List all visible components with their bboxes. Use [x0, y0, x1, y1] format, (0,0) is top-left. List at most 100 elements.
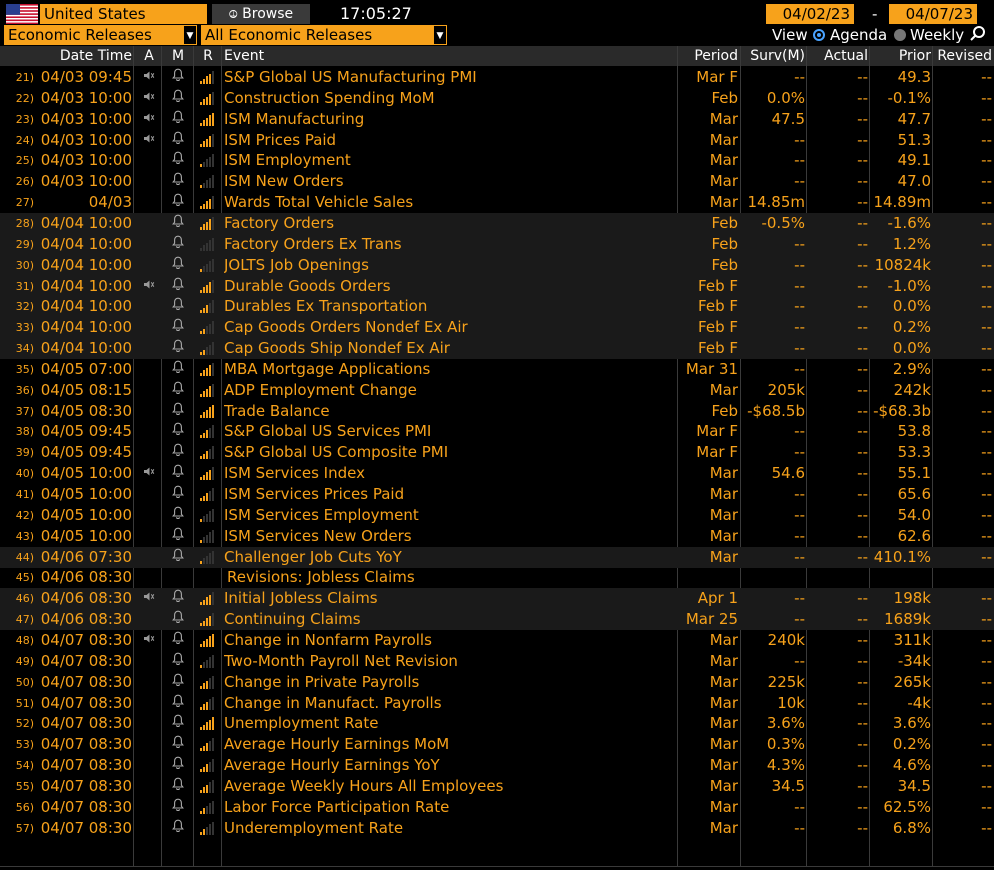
alert-cell[interactable]: [140, 317, 158, 338]
row-event[interactable]: Factory Orders: [224, 213, 676, 234]
monitor-cell[interactable]: [168, 630, 188, 651]
col-survey[interactable]: Surv(M): [742, 46, 805, 66]
bell-icon[interactable]: [172, 172, 184, 189]
bell-icon[interactable]: [172, 694, 184, 711]
monitor-cell[interactable]: [168, 588, 188, 609]
alert-cell[interactable]: [140, 672, 158, 693]
agenda-label[interactable]: Agenda: [830, 25, 887, 45]
alert-cell[interactable]: [140, 255, 158, 276]
bell-icon[interactable]: [172, 235, 184, 252]
row-event[interactable]: Durable Goods Orders: [224, 276, 676, 297]
speaker-icon[interactable]: [143, 113, 155, 126]
alert-cell[interactable]: [140, 713, 158, 734]
bell-icon[interactable]: [172, 798, 184, 815]
monitor-cell[interactable]: [168, 734, 188, 755]
speaker-icon[interactable]: [143, 592, 155, 605]
table-row[interactable]: 53) 04/07 08:30 Average Hourly Earnings Mo…: [0, 734, 994, 755]
country-field[interactable]: United States: [40, 4, 207, 24]
row-event[interactable]: ISM Manufacturing: [224, 109, 676, 130]
table-row[interactable]: 55) 04/07 08:30 Average Weekly Hours All E…: [0, 776, 994, 797]
bell-icon[interactable]: [172, 714, 184, 731]
row-event[interactable]: JOLTS Job Openings: [224, 255, 676, 276]
table-row[interactable]: 44) 04/06 07:30 Challenger Job Cuts YoY Mar…: [0, 546, 994, 568]
browse-button[interactable]: ⦹ Browse: [212, 4, 310, 24]
row-event[interactable]: Initial Jobless Claims: [224, 588, 676, 609]
table-row[interactable]: 56) 04/07 08:30 Labor Force Participation …: [0, 797, 994, 818]
weekly-label[interactable]: Weekly: [910, 25, 964, 45]
row-event[interactable]: Change in Private Payrolls: [224, 672, 676, 693]
bell-icon[interactable]: [172, 381, 184, 398]
alert-cell[interactable]: [140, 234, 158, 255]
monitor-cell[interactable]: [168, 505, 188, 526]
table-row[interactable]: 25) 04/03 10:00 ISM Employment Mar -- -- 49.1 -…: [0, 150, 994, 171]
monitor-cell[interactable]: [168, 442, 188, 463]
us-flag-icon[interactable]: [6, 4, 38, 24]
bell-icon[interactable]: [172, 589, 184, 606]
row-event[interactable]: MBA Mortgage Applications: [224, 359, 676, 380]
row-event[interactable]: S&P Global US Composite PMI: [224, 442, 676, 463]
table-row[interactable]: 35) 04/05 07:00 MBA Mortgage Applications M…: [0, 359, 994, 380]
bell-icon[interactable]: [172, 339, 184, 356]
alert-cell[interactable]: [140, 609, 158, 630]
monitor-cell[interactable]: [168, 421, 188, 442]
bell-icon[interactable]: [172, 360, 184, 377]
row-event[interactable]: Challenger Job Cuts YoY: [224, 547, 676, 568]
row-event[interactable]: Labor Force Participation Rate: [224, 797, 676, 818]
row-event[interactable]: ISM Services New Orders: [224, 526, 676, 547]
speaker-icon[interactable]: [143, 467, 155, 480]
bell-icon[interactable]: [172, 423, 184, 439]
bell-icon[interactable]: [172, 777, 184, 794]
table-row[interactable]: 45) 04/06 08:30 Revisions: Jobless Claims: [0, 567, 994, 588]
bell-icon[interactable]: [172, 318, 184, 335]
table-row[interactable]: 23) 04/03 10:00 ISM Manufacturing Mar 47.5 --…: [0, 109, 994, 130]
bell-icon[interactable]: [172, 152, 184, 168]
bell-icon[interactable]: [172, 673, 184, 690]
alert-cell[interactable]: [140, 192, 158, 213]
monitor-cell[interactable]: [168, 609, 188, 630]
monitor-cell[interactable]: [168, 713, 188, 734]
monitor-cell[interactable]: [168, 67, 188, 88]
monitor-cell[interactable]: [168, 776, 188, 797]
monitor-cell[interactable]: [168, 359, 188, 380]
table-row[interactable]: 50) 04/07 08:30 Change in Private Payrolls…: [0, 672, 994, 693]
row-event[interactable]: Underemployment Rate: [224, 818, 676, 839]
table-row[interactable]: 27) 04/03 Wards Total Vehicle Sales Mar 14.8…: [0, 192, 994, 213]
alert-cell[interactable]: [140, 818, 158, 839]
table-row[interactable]: 41) 04/05 10:00 ISM Services Prices Paid Ma…: [0, 484, 994, 505]
bell-icon[interactable]: [172, 89, 184, 106]
speaker-icon[interactable]: [143, 92, 155, 105]
alert-cell[interactable]: [140, 630, 158, 651]
row-event[interactable]: Two-Month Payroll Net Revision: [224, 651, 676, 672]
row-event[interactable]: Change in Manufact. Payrolls: [224, 693, 676, 714]
monitor-cell[interactable]: [168, 526, 188, 547]
monitor-cell[interactable]: [168, 693, 188, 714]
alert-cell[interactable]: [140, 150, 158, 171]
row-event[interactable]: Unemployment Rate: [224, 713, 676, 734]
alert-cell[interactable]: [140, 421, 158, 442]
monitor-cell[interactable]: [168, 276, 188, 297]
col-datetime[interactable]: Date Time: [34, 46, 132, 66]
bell-icon[interactable]: [172, 756, 184, 773]
row-event[interactable]: ISM Services Employment: [224, 505, 676, 526]
table-row[interactable]: 28) 04/04 10:00 Factory Orders Feb -0.5% -- -1…: [0, 212, 994, 234]
monitor-cell[interactable]: [168, 317, 188, 338]
bell-icon[interactable]: [172, 527, 184, 544]
alert-cell[interactable]: [140, 130, 158, 151]
table-row[interactable]: 57) 04/07 08:30 Underemployment Rate Mar -- -…: [0, 818, 994, 839]
alert-cell[interactable]: [140, 171, 158, 192]
table-row[interactable]: 22) 04/03 10:00 Construction Spending MoM F…: [0, 88, 994, 109]
alert-cell[interactable]: [140, 88, 158, 109]
table-row[interactable]: 47) 04/06 08:30 Continuing Claims Mar 25 -- -…: [0, 609, 994, 631]
row-event[interactable]: ADP Employment Change: [224, 380, 676, 401]
alert-cell[interactable]: [140, 567, 158, 588]
bell-icon[interactable]: [172, 193, 184, 210]
speaker-icon[interactable]: [143, 71, 155, 84]
speaker-icon[interactable]: [143, 134, 155, 147]
alert-cell[interactable]: [140, 734, 158, 755]
table-row[interactable]: 42) 04/05 10:00 ISM Services Employment Mar…: [0, 505, 994, 526]
bell-icon[interactable]: [172, 506, 184, 523]
bell-icon[interactable]: [172, 214, 184, 231]
table-row[interactable]: 34) 04/04 10:00 Cap Goods Ship Nondef Ex A…: [0, 338, 994, 360]
col-m[interactable]: M: [168, 46, 188, 66]
col-revised[interactable]: Revised: [933, 46, 992, 66]
